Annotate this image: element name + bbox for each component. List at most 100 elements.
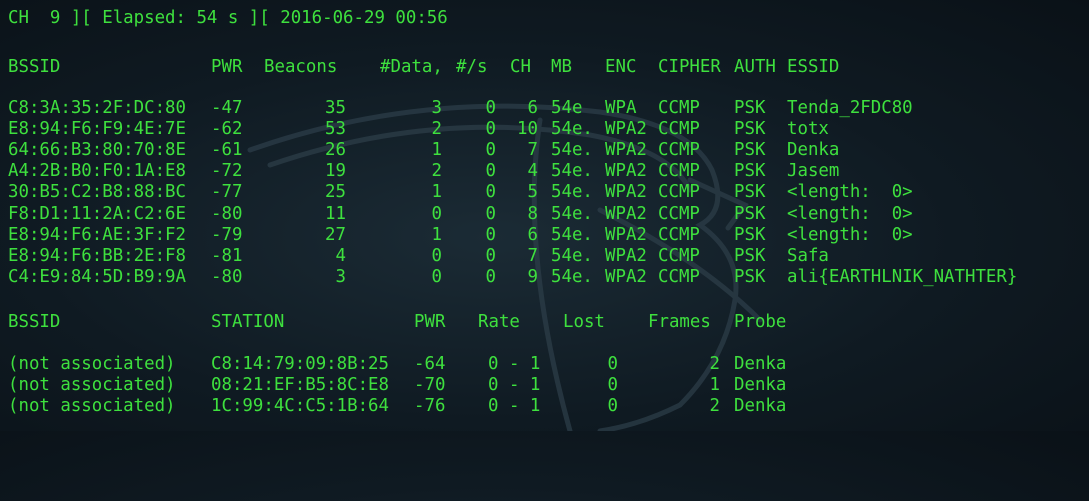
cell-ch: 5 — [527, 182, 538, 203]
cell-mb: 54e. — [551, 266, 593, 287]
cell-frames: 2 — [709, 396, 720, 417]
cell-beacons: 11 — [325, 203, 346, 224]
cell-per-sec: 0 — [485, 203, 496, 224]
cell-cipher: CCMP — [658, 245, 700, 266]
cell-bssid: A4:2B:B0:F0:1A:E8 — [8, 161, 186, 182]
cell-station: 1C:99:4C:C5:1B:64 — [211, 396, 389, 417]
airodump-terminal: CH 9 ][ Elapsed: 54 s ][ 2016-06-29 00:5… — [0, 0, 1089, 431]
cell-essid: Safa — [787, 245, 829, 266]
cell-bssid: F8:D1:11:2A:C2:6E — [8, 203, 186, 224]
station-table-header: BSSID STATION PWR Rate Lost Frames Probe — [8, 312, 786, 333]
cell-beacons: 26 — [325, 140, 346, 161]
cell-auth: PSK — [734, 245, 766, 266]
cell-bssid: 64:66:B3:80:70:8E — [8, 140, 186, 161]
cell-enc: WPA2 — [605, 182, 647, 203]
cell-cipher: CCMP — [658, 161, 700, 182]
cell-beacons: 35 — [325, 98, 346, 118]
cell-essid: <length: 0> — [787, 182, 913, 203]
header-frames: Frames — [648, 312, 711, 332]
cell-per-sec: 0 — [485, 140, 496, 161]
cell-bssid: E8:94:F6:AE:3F:F2 — [8, 224, 186, 245]
header-enc: ENC — [605, 57, 637, 77]
cell-enc: WPA2 — [605, 140, 647, 161]
cell-auth: PSK — [734, 161, 766, 182]
cell-per-sec: 0 — [485, 245, 496, 266]
cell-ch: 4 — [527, 161, 538, 182]
cell-auth: PSK — [734, 203, 766, 224]
cell-cipher: CCMP — [658, 98, 700, 118]
cell-pwr: -76 — [414, 396, 446, 417]
cell-pwr: -47 — [211, 98, 243, 118]
cell-pwr: -77 — [211, 182, 243, 203]
header-per-sec: #/s — [456, 57, 488, 77]
cell-cipher: CCMP — [658, 224, 700, 245]
status-line: CH 9 ][ Elapsed: 54 s ][ 2016-06-29 00:5… — [8, 8, 448, 28]
cell-enc: WPA2 — [605, 119, 647, 140]
cell-beacons: 53 — [325, 119, 346, 140]
cell-probe: Denka — [734, 396, 787, 417]
cell-enc: WPA2 — [605, 203, 647, 224]
cell-pwr: -81 — [211, 245, 243, 266]
header-station-bssid: BSSID — [8, 312, 61, 332]
cell-data: 2 — [431, 161, 442, 182]
cell-mb: 54e. — [551, 161, 593, 182]
cell-pwr: -72 — [211, 161, 243, 182]
cell-probe: Denka — [734, 375, 787, 396]
header-station-pwr: PWR — [414, 312, 446, 332]
cell-mb: 54e. — [551, 140, 593, 161]
cell-data: 1 — [431, 182, 442, 203]
cell-data: 0 — [431, 203, 442, 224]
cell-cipher: CCMP — [658, 182, 700, 203]
cell-data: 1 — [431, 224, 442, 245]
cell-bssid: C4:E9:84:5D:B9:9A — [8, 266, 186, 287]
cell-mb: 54e. — [551, 245, 593, 266]
cell-enc: WPA2 — [605, 266, 647, 287]
cell-essid: Denka — [787, 140, 840, 161]
cell-data: 1 — [431, 140, 442, 161]
cell-beacons: 27 — [325, 224, 346, 245]
cell-ch: 7 — [527, 140, 538, 161]
cell-enc: WPA2 — [605, 224, 647, 245]
cell-ch: 8 — [527, 203, 538, 224]
cell-bssid: (not associated) — [8, 375, 176, 396]
cell-frames: 1 — [709, 375, 720, 396]
cell-data: 2 — [431, 119, 442, 140]
cell-essid: <length: 0> — [787, 224, 913, 245]
cell-essid: <length: 0> — [787, 203, 913, 224]
cell-mb: 54e. — [551, 203, 593, 224]
cell-per-sec: 0 — [485, 161, 496, 182]
cell-beacons: 19 — [325, 161, 346, 182]
cell-lost: 0 — [607, 354, 618, 374]
header-lost: Lost — [563, 312, 605, 332]
cell-probe: Denka — [734, 354, 787, 374]
cell-beacons: 25 — [325, 182, 346, 203]
cell-frames: 2 — [709, 354, 720, 374]
cell-per-sec: 0 — [485, 224, 496, 245]
cell-ch: 10 — [517, 119, 538, 140]
cell-bssid: E8:94:F6:BB:2E:F8 — [8, 245, 186, 266]
cell-data: 0 — [431, 245, 442, 266]
header-ch: CH — [510, 57, 531, 77]
cell-bssid: (not associated) — [8, 396, 176, 417]
cell-essid: Tenda_2FDC80 — [787, 98, 913, 118]
cell-pwr: -70 — [414, 375, 446, 396]
cell-cipher: CCMP — [658, 266, 700, 287]
cell-per-sec: 0 — [485, 266, 496, 287]
cell-pwr: -62 — [211, 119, 243, 140]
cell-auth: PSK — [734, 224, 766, 245]
cell-rate: 0 - 1 — [488, 375, 541, 396]
cell-auth: PSK — [734, 266, 766, 287]
cell-station: 08:21:EF:B5:8C:E8 — [211, 375, 389, 396]
cell-data: 3 — [431, 98, 442, 118]
cell-enc: WPA2 — [605, 245, 647, 266]
ap-table-header: BSSID PWR Beacons #Data, #/s CH MB ENC C… — [8, 57, 839, 78]
cell-pwr: -64 — [414, 354, 446, 374]
cell-mb: 54e. — [551, 224, 593, 245]
cell-mb: 54e. — [551, 182, 593, 203]
header-station: STATION — [211, 312, 285, 332]
header-probe: Probe — [734, 312, 787, 332]
cell-cipher: CCMP — [658, 140, 700, 161]
cell-data: 0 — [431, 266, 442, 287]
cell-beacons: 3 — [335, 266, 346, 287]
cell-bssid: C8:3A:35:2F:DC:80 — [8, 98, 186, 118]
